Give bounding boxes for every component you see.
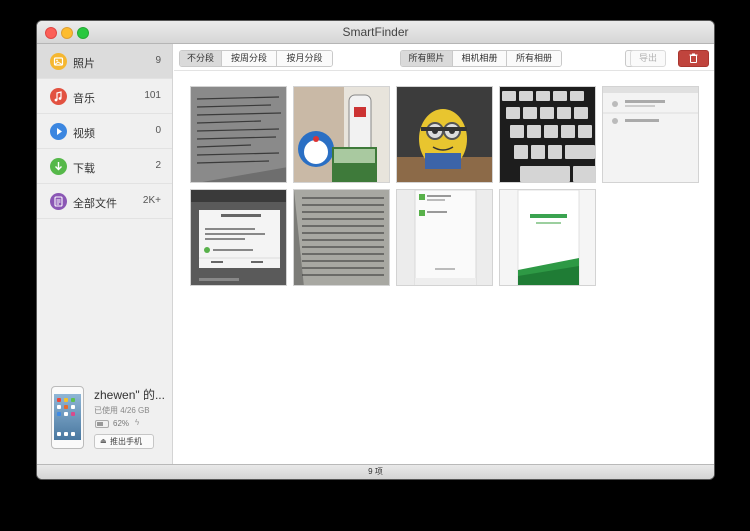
- sidebar-item-count: 2K+: [142, 195, 161, 206]
- sidebar-item-video[interactable]: 视频 0: [37, 114, 172, 149]
- title-bar: SmartFinder: [37, 21, 714, 44]
- sidebar: 照片 9 音乐 101 视频 0 下载 2 全部文件 2K+ zhewen" 的…: [37, 44, 173, 464]
- sidebar-item-count: 101: [144, 90, 161, 101]
- device-storage: 已使用 4/26 GB: [94, 406, 150, 415]
- app-window: SmartFinder 照片 9 音乐 101 视频 0 下载 2 全部文件 2…: [37, 21, 714, 479]
- segment-all-albums[interactable]: 所有相册: [507, 51, 561, 66]
- minimize-window-button[interactable]: [61, 27, 73, 39]
- charging-icon: ϟ: [135, 418, 140, 427]
- photo-grid: [174, 71, 714, 464]
- device-name: zhewen" 的...: [94, 388, 165, 402]
- photo-thumbnail[interactable]: [396, 86, 493, 183]
- sidebar-item-count: 2: [155, 160, 161, 171]
- photo-thumbnail[interactable]: [190, 189, 287, 286]
- music-icon: [50, 88, 67, 105]
- photo-thumbnail[interactable]: [190, 86, 287, 183]
- battery-level: [97, 422, 103, 426]
- photo-icon: [50, 53, 67, 70]
- phone-image: [51, 386, 84, 449]
- segment-no-grouping[interactable]: 不分段: [180, 51, 222, 66]
- eject-icon: ⏏: [100, 438, 107, 445]
- download-icon: [50, 158, 67, 175]
- files-icon: [50, 193, 67, 210]
- zoom-window-button[interactable]: [77, 27, 89, 39]
- eject-label: 推出手机: [110, 437, 142, 446]
- segment-by-week[interactable]: 按周分段: [222, 51, 277, 66]
- device-panel: zhewen" 的... 已使用 4/26 GB 62% ϟ ⏏ 推出手机: [37, 378, 172, 464]
- sidebar-item-photos[interactable]: 照片 9: [37, 44, 172, 79]
- battery-percent: 62%: [113, 419, 130, 428]
- status-bar: 9 项: [37, 464, 714, 479]
- sidebar-item-count: 0: [155, 125, 161, 136]
- sidebar-item-label: 照片: [73, 58, 95, 70]
- video-icon: [50, 123, 67, 140]
- close-window-button[interactable]: [45, 27, 57, 39]
- sidebar-item-count: 9: [155, 55, 161, 66]
- album-segmented-control: 所有照片 相机相册 所有相册: [400, 50, 562, 67]
- sidebar-item-downloads[interactable]: 下载 2: [37, 149, 172, 184]
- photo-thumbnail[interactable]: [396, 189, 493, 286]
- battery-icon: [95, 420, 109, 428]
- segment-by-month[interactable]: 按月分段: [277, 51, 332, 66]
- segment-all-photos[interactable]: 所有照片: [401, 51, 453, 66]
- segment-camera-album[interactable]: 相机相册: [453, 51, 507, 66]
- sidebar-item-label: 全部文件: [73, 198, 117, 210]
- photo-thumbnail[interactable]: [499, 86, 596, 183]
- sidebar-item-all-files[interactable]: 全部文件 2K+: [37, 184, 172, 219]
- window-title: SmartFinder: [342, 25, 409, 39]
- sidebar-item-label: 视频: [73, 128, 95, 140]
- trash-icon: [689, 53, 698, 63]
- item-count: 9 项: [368, 467, 383, 476]
- export-button[interactable]: 导出: [630, 50, 666, 67]
- eject-phone-button[interactable]: ⏏ 推出手机: [94, 434, 154, 449]
- photo-thumbnail[interactable]: [602, 86, 699, 183]
- photo-thumbnail[interactable]: [499, 189, 596, 286]
- group-by-segmented-control: 不分段 按周分段 按月分段: [179, 50, 333, 67]
- sidebar-item-label: 下载: [73, 163, 95, 175]
- delete-button[interactable]: [678, 50, 709, 67]
- sidebar-item-music[interactable]: 音乐 101: [37, 79, 172, 114]
- sidebar-item-label: 音乐: [73, 93, 95, 105]
- photo-thumbnail[interactable]: [293, 86, 390, 183]
- photo-thumbnail[interactable]: [293, 189, 390, 286]
